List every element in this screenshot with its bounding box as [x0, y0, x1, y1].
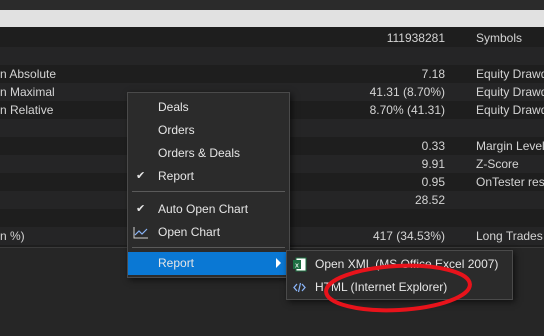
row-label-secondary: Equity Drawdo [476, 103, 544, 117]
row-value: 8.70% (41.31) [369, 103, 445, 117]
excel-icon: x [293, 257, 307, 272]
submenu-item-label: HTML (Internet Explorer) [315, 280, 448, 294]
submenu-item-html[interactable]: HTML (Internet Explorer) [287, 276, 512, 299]
table-row [0, 47, 544, 65]
menu-item-deals[interactable]: Deals [128, 96, 289, 119]
menu-item-label: Auto Open Chart [158, 202, 249, 216]
header-bar [0, 10, 544, 27]
html-code-icon [293, 282, 306, 293]
submenu-item-open-xml[interactable]: x Open XML (MS Office Excel 2007) [287, 253, 512, 276]
submenu-item-label: Open XML (MS Office Excel 2007) [315, 257, 499, 271]
row-label-secondary: Equity Drawdo [476, 67, 544, 81]
menu-item-label: Orders & Deals [158, 146, 241, 160]
menu-item-label: Report [158, 256, 195, 270]
report-submenu: x Open XML (MS Office Excel 2007) HTML (… [286, 250, 513, 300]
svg-text:x: x [295, 262, 299, 270]
row-label: n Relative [0, 103, 54, 117]
row-label-secondary: Symbols [476, 31, 523, 45]
window-top-strip [0, 0, 544, 10]
menu-separator [132, 191, 285, 192]
menu-item-orders-deals[interactable]: Orders & Deals [128, 142, 289, 165]
menu-item-label: Deals [158, 100, 189, 114]
chevron-right-icon [276, 258, 281, 268]
row-label-secondary: Long Trades ( [476, 229, 544, 243]
row-label: n Absolute [0, 67, 57, 81]
row-label: n Maximal [0, 85, 55, 99]
row-label-secondary: Z-Score [476, 157, 519, 171]
chart-icon [133, 227, 148, 239]
row-label-secondary: Margin Level [476, 139, 544, 153]
menu-separator [132, 247, 285, 248]
row-value: 28.52 [414, 193, 445, 207]
table-row: 111938281 Symbols [0, 29, 544, 47]
row-value: 7.18 [421, 67, 445, 81]
row-value: 41.31 (8.70%) [369, 85, 445, 99]
context-menu: Deals Orders Orders & Deals ✔ Report ✔ A… [127, 92, 290, 278]
menu-item-label: Orders [158, 123, 195, 137]
menu-item-report-toggle[interactable]: ✔ Report [128, 165, 289, 188]
row-value: 0.33 [421, 139, 445, 153]
row-value: 417 (34.53%) [372, 229, 445, 243]
row-label: n %) [0, 229, 25, 243]
row-value: 0.95 [421, 175, 445, 189]
menu-item-report-submenu[interactable]: Report [128, 252, 289, 275]
table-row: n Absolute 7.18 Equity Drawdo [0, 65, 544, 83]
row-value: 9.91 [421, 157, 445, 171]
menu-item-open-chart[interactable]: Open Chart [128, 221, 289, 244]
row-label-secondary: OnTester resu [476, 175, 544, 189]
menu-item-orders[interactable]: Orders [128, 119, 289, 142]
row-label-secondary: Equity Drawdo [476, 85, 544, 99]
menu-item-label: Report [158, 169, 195, 183]
checkmark-icon: ✔ [136, 170, 146, 182]
menu-item-label: Open Chart [158, 225, 221, 239]
menu-item-auto-open-chart[interactable]: ✔ Auto Open Chart [128, 198, 289, 221]
row-value: 111938281 [386, 31, 445, 45]
checkmark-icon: ✔ [136, 203, 146, 215]
